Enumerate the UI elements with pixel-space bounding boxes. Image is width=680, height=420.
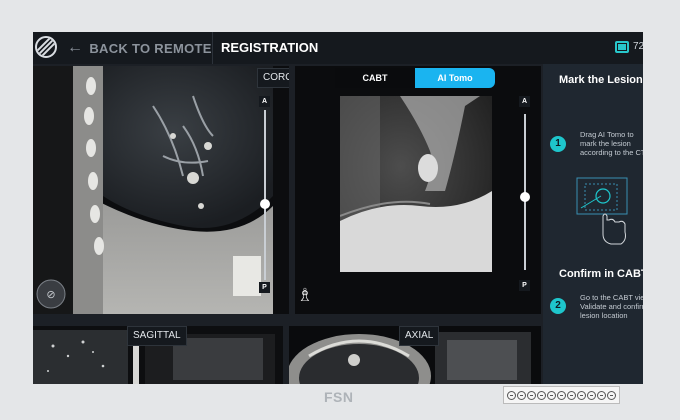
control-icon[interactable]: [517, 390, 526, 400]
coronal-view[interactable]: ⊘ CORONAL A P: [33, 66, 289, 314]
tomo-top-marker: A: [519, 96, 530, 107]
tomo-slider-knob[interactable]: [520, 191, 530, 202]
sagittal-label: SAGITTAL: [127, 326, 187, 346]
body-orientation-icon: ♗: [296, 285, 314, 305]
back-label: BACK TO REMOTE: [89, 40, 212, 56]
back-arrow-icon: ←: [67, 39, 84, 56]
logo-icon: [35, 36, 57, 58]
coronal-label: CORONAL: [257, 68, 289, 88]
svg-text:⊘: ⊘: [46, 289, 55, 301]
tab-cabt[interactable]: CABT: [335, 68, 415, 88]
control-icon[interactable]: [577, 390, 586, 400]
drag-gesture-illustration: [576, 177, 628, 245]
step-2-text: Go to the CABT view Validate and confirm…: [580, 293, 643, 320]
control-icon[interactable]: [567, 390, 576, 400]
page-title: REGISTRATION: [221, 40, 319, 55]
coronal-ct-image: ⊘: [33, 66, 289, 314]
sagittal-view[interactable]: SAGITTAL: [33, 326, 283, 384]
brand-logo: FSN: [324, 389, 354, 405]
step-1-number: 1: [550, 136, 566, 152]
step-1-heading: Mark the Lesion: [559, 74, 643, 86]
axial-label: AXIAL: [399, 326, 440, 346]
top-bar: ← BACK TO REMOTE REGISTRATION 72: [33, 32, 643, 64]
tab-ai-tomo[interactable]: AI Tomo: [415, 68, 495, 88]
back-to-remote-button[interactable]: ← BACK TO REMOTE: [67, 32, 212, 64]
coronal-bottom-marker: P: [259, 282, 270, 293]
coronal-slider-track[interactable]: [264, 110, 266, 280]
media-controls[interactable]: [503, 386, 620, 404]
axial-view[interactable]: AXIAL: [289, 326, 541, 384]
control-icon[interactable]: [587, 390, 596, 400]
control-icon[interactable]: [547, 390, 556, 400]
coronal-top-marker: A: [259, 96, 270, 107]
app-screen: ← BACK TO REMOTE REGISTRATION 72 ⊘ COR A…: [33, 32, 643, 384]
tomo-bottom-marker: P: [519, 280, 530, 291]
step-1-text: Drag AI Tomo to mark the lesion accordin…: [580, 130, 643, 157]
control-icon[interactable]: [507, 390, 516, 400]
control-icon[interactable]: [597, 390, 606, 400]
control-icon[interactable]: [537, 390, 546, 400]
step-2-heading: Confirm in CABT: [559, 268, 643, 280]
control-icon[interactable]: [557, 390, 566, 400]
battery-level: 72: [633, 41, 643, 52]
control-icon[interactable]: [527, 390, 536, 400]
ai-tomo-image: [340, 96, 492, 272]
step-2-number: 2: [550, 298, 566, 314]
view-toggle: CABT AI Tomo: [335, 68, 495, 88]
divider: [212, 32, 213, 64]
instructions-panel: Mark the Lesion 1 Drag AI Tomo to mark t…: [543, 64, 643, 384]
tomo-view[interactable]: CABT AI Tomo A P ♗: [295, 66, 541, 314]
control-icon[interactable]: [607, 390, 616, 400]
coronal-slider-knob[interactable]: [260, 198, 270, 209]
battery-icon: [615, 41, 629, 53]
